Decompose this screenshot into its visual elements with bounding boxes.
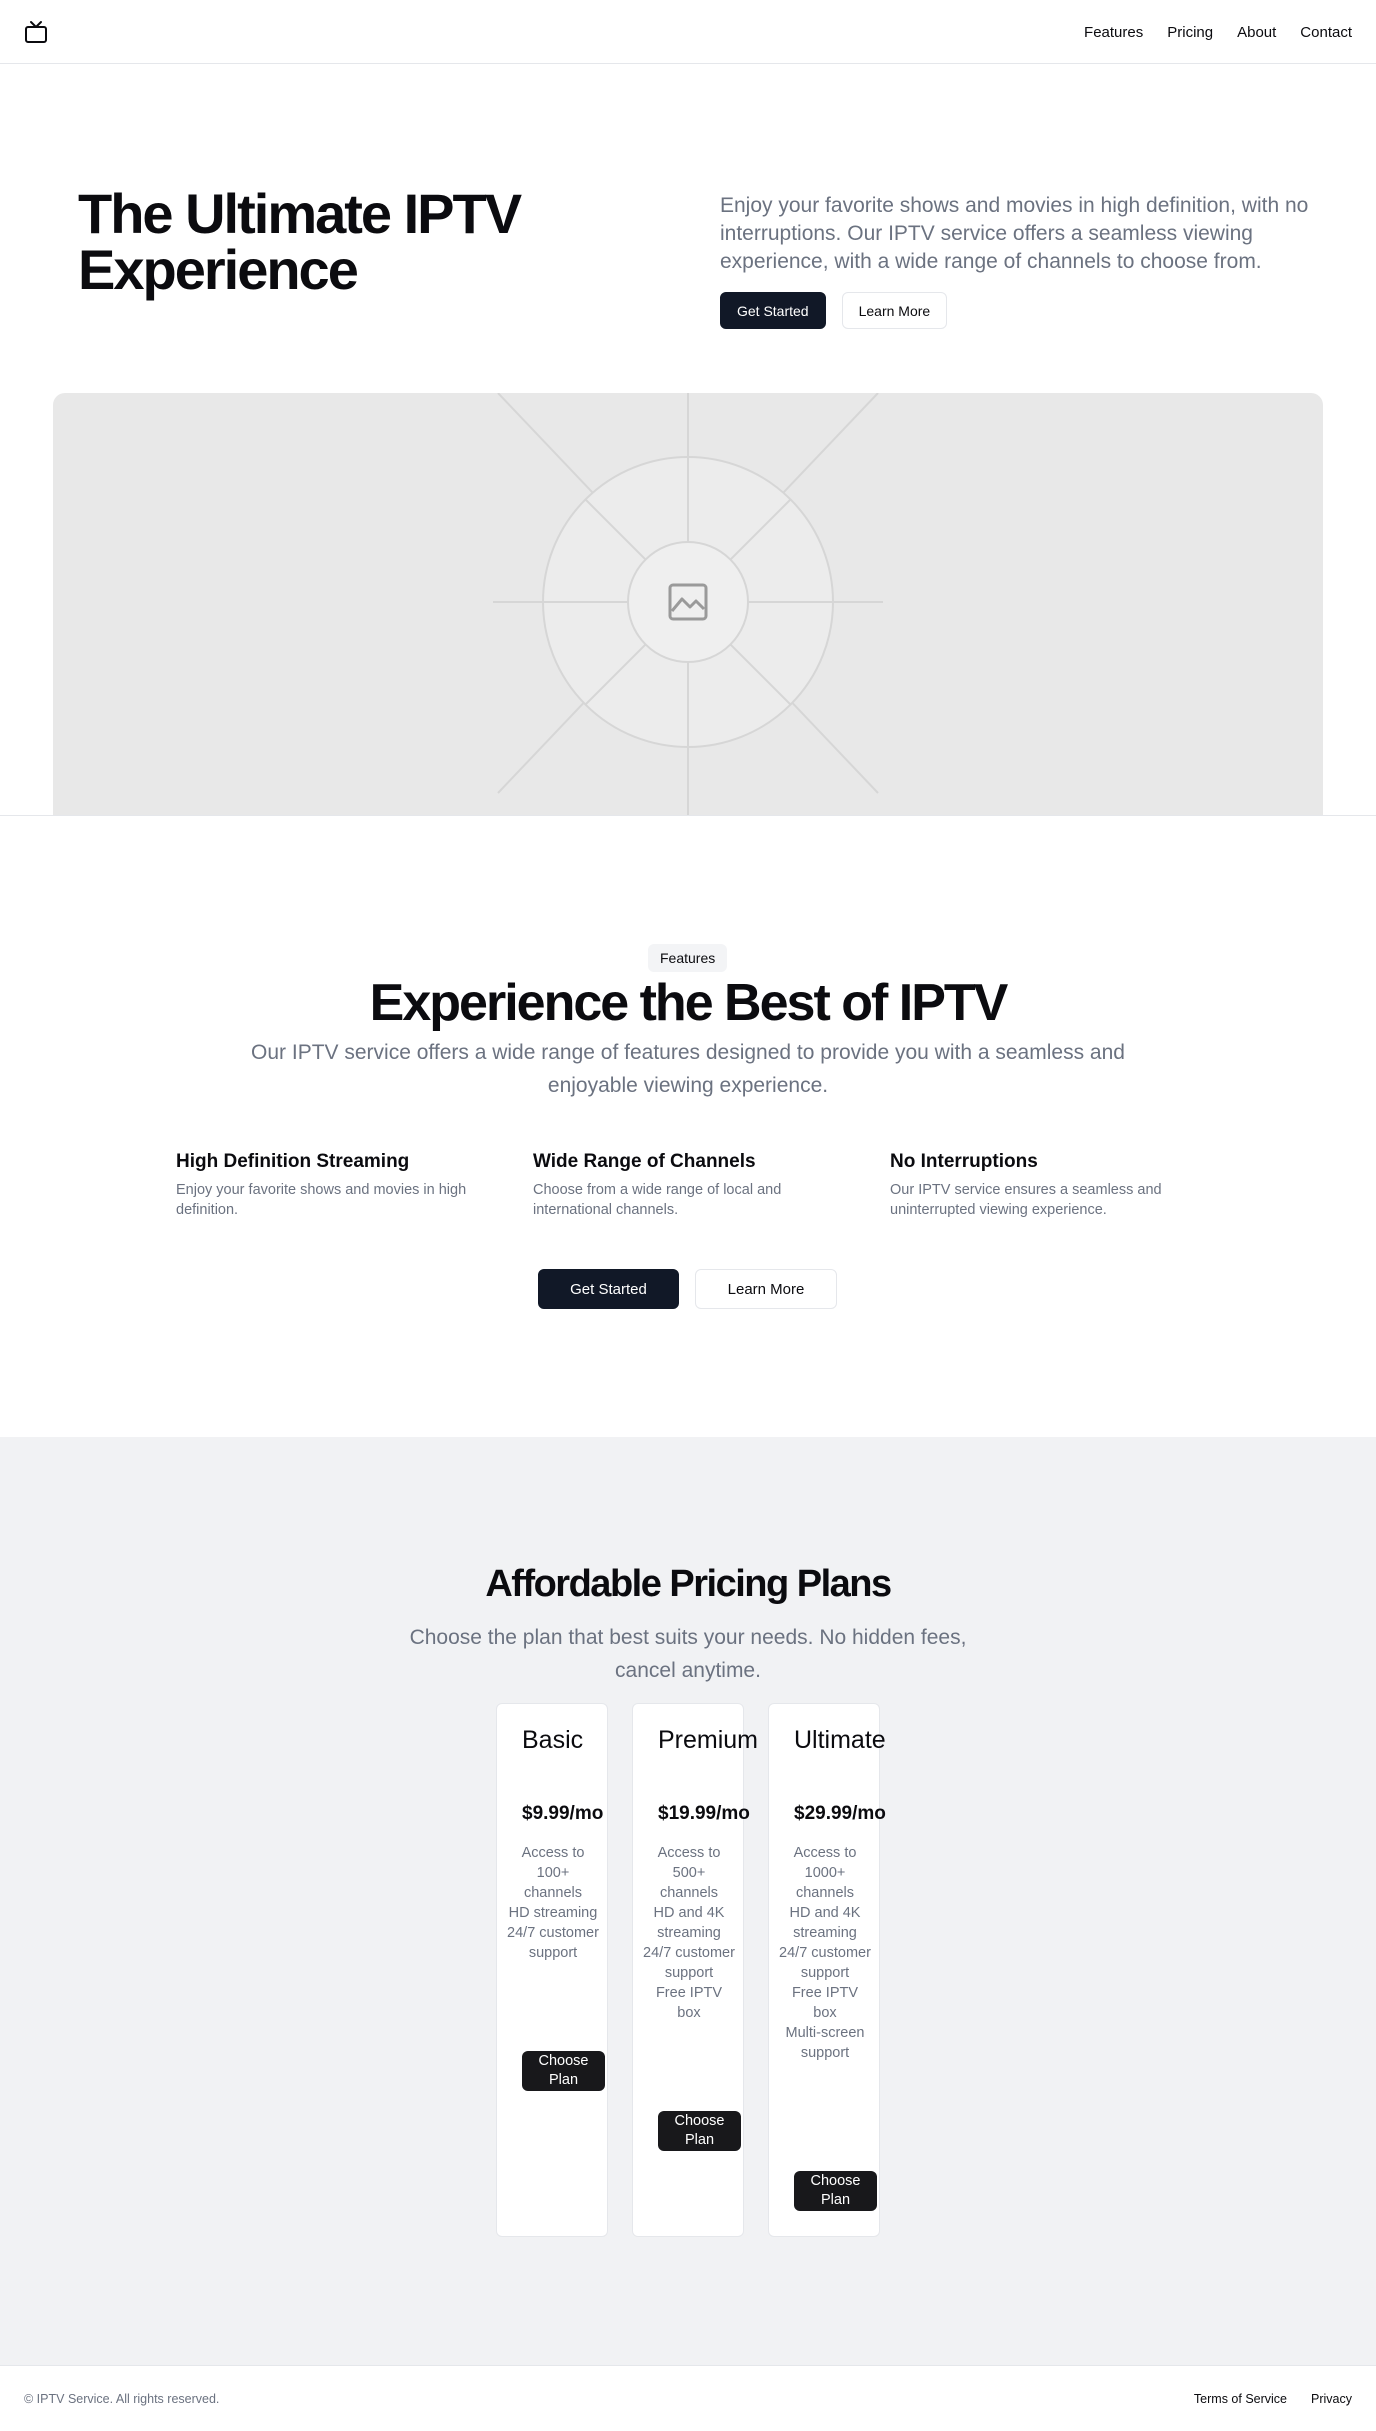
choose-plan-button[interactable]: Choose Plan — [522, 2051, 605, 2091]
feature-title: Wide Range of Channels — [533, 1151, 756, 1172]
plan-feature: Access to 500+ channels — [657, 1845, 721, 1901]
plan-features: Access to 1000+ channels HD and 4K strea… — [779, 1843, 871, 2063]
nav-link-pricing[interactable]: Pricing — [1167, 24, 1213, 41]
hero-image-placeholder — [53, 393, 1323, 815]
main-nav: Features Pricing About Contact — [1084, 0, 1352, 64]
plan-name: Basic — [522, 1726, 584, 1754]
plan-name: Premium — [658, 1726, 759, 1754]
terms-of-service-link[interactable]: Terms of Service — [1194, 2392, 1287, 2406]
plan-feature: Access to 1000+ channels — [793, 1845, 857, 1901]
tv-icon[interactable] — [24, 20, 48, 44]
hero-get-started-button[interactable]: Get Started — [720, 292, 826, 329]
privacy-link[interactable]: Privacy — [1311, 2392, 1352, 2406]
choose-plan-button[interactable]: Choose Plan — [794, 2171, 877, 2211]
hero-learn-more-button[interactable]: Learn More — [841, 292, 948, 329]
copyright-text: © IPTV Service. All rights reserved. — [24, 2392, 220, 2406]
footer-links: Terms of Service Privacy — [1194, 2392, 1352, 2406]
plan-feature: Access to 100+ channels — [521, 1845, 585, 1901]
plan-card-premium: Premium $19.99/mo Access to 500+ channel… — [632, 1703, 758, 2237]
site-footer: © IPTV Service. All rights reserved. Ter… — [0, 2365, 1376, 2431]
plan-features: Access to 500+ channels HD and 4K stream… — [643, 1843, 735, 2023]
plan-feature: HD and 4K streaming — [789, 1905, 861, 1941]
plan-feature: Multi-screen support — [785, 2025, 865, 2061]
features-actions: Get Started Learn More — [538, 1269, 837, 1309]
feature-item: Wide Range of Channels Choose from a wid… — [533, 1150, 853, 1220]
feature-text: Enjoy your favorite shows and movies in … — [176, 1182, 467, 1218]
image-placeholder-icon — [668, 583, 708, 621]
plan-card-basic: Basic $9.99/mo Access to 100+ channels H… — [496, 1703, 608, 2237]
plan-feature: 24/7 customer support — [643, 1945, 735, 1981]
plan-price: $19.99/mo — [658, 1803, 750, 1824]
features-title: Experience the Best of IPTV — [369, 974, 1009, 1032]
plan-feature: Free IPTV box — [655, 1985, 723, 2021]
plan-feature: 24/7 customer support — [507, 1925, 599, 1961]
hero-description: Enjoy your favorite shows and movies in … — [720, 194, 1309, 273]
plan-feature: HD and 4K streaming — [653, 1905, 725, 1941]
plan-price: $9.99/mo — [522, 1803, 604, 1824]
features-learn-more-button[interactable]: Learn More — [695, 1269, 837, 1309]
pricing-subtitle: Choose the plan that best suits your nee… — [409, 1626, 967, 1682]
plan-feature: Free IPTV box — [791, 1985, 859, 2021]
feature-title: High Definition Streaming — [176, 1151, 410, 1172]
nav-link-about[interactable]: About — [1237, 24, 1276, 41]
feature-title: No Interruptions — [890, 1151, 1038, 1172]
feature-text: Choose from a wide range of local and in… — [533, 1182, 782, 1218]
hero-title: The Ultimate IPTV Experience — [78, 182, 522, 301]
hero-actions: Get Started Learn More — [720, 292, 948, 329]
plan-features: Access to 100+ channels HD streaming 24/… — [507, 1843, 599, 1963]
plan-card-ultimate: Ultimate $29.99/mo Access to 1000+ chann… — [768, 1703, 886, 2237]
choose-plan-button[interactable]: Choose Plan — [658, 2111, 741, 2151]
section-divider — [0, 815, 1376, 816]
feature-text: Our IPTV service ensures a seamless and … — [890, 1182, 1162, 1218]
plan-name: Ultimate — [794, 1726, 886, 1754]
features-subtitle: Our IPTV service offers a wide range of … — [251, 1041, 1125, 1097]
features-get-started-button[interactable]: Get Started — [538, 1269, 679, 1309]
site-header: Features Pricing About Contact — [0, 0, 1376, 64]
features-badge: Features — [648, 944, 728, 972]
plan-price: $29.99/mo — [794, 1803, 886, 1824]
plan-feature: HD streaming — [508, 1905, 598, 1921]
feature-item: High Definition Streaming Enjoy your fav… — [176, 1150, 496, 1220]
feature-item: No Interruptions Our IPTV service ensure… — [890, 1150, 1190, 1220]
nav-link-contact[interactable]: Contact — [1300, 24, 1352, 41]
plan-feature: 24/7 customer support — [779, 1945, 871, 1981]
pricing-title: Affordable Pricing Plans — [485, 1563, 892, 1605]
nav-link-features[interactable]: Features — [1084, 24, 1143, 41]
